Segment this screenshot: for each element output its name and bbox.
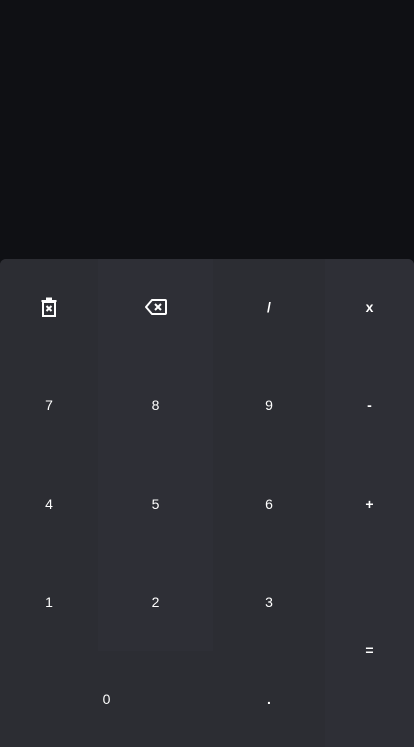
six-button[interactable]: 6 [213,454,325,553]
minus-button[interactable]: - [325,355,414,454]
equals-button[interactable]: = [325,553,414,747]
eight-button[interactable]: 8 [98,355,213,454]
keypad: / x 7 8 9 - 4 5 6 + 1 2 3 = 0 . [0,259,414,747]
divide-button[interactable]: / [213,259,325,355]
calculator-display [0,0,414,259]
nine-button[interactable]: 9 [213,355,325,454]
plus-button[interactable]: + [325,454,414,553]
backspace-x-icon [144,299,167,315]
five-button[interactable]: 5 [98,454,213,553]
trash-x-icon [40,297,58,317]
calculator-app: / x 7 8 9 - 4 5 6 + 1 2 3 = 0 . [0,0,414,747]
seven-button[interactable]: 7 [0,355,98,454]
one-button[interactable]: 1 [0,553,98,651]
decimal-button[interactable]: . [213,651,325,747]
four-button[interactable]: 4 [0,454,98,553]
clear-button[interactable] [0,259,98,355]
zero-button[interactable]: 0 [0,651,213,747]
two-button[interactable]: 2 [98,553,213,651]
backspace-button[interactable] [98,259,213,355]
multiply-button[interactable]: x [325,259,414,355]
three-button[interactable]: 3 [213,553,325,651]
